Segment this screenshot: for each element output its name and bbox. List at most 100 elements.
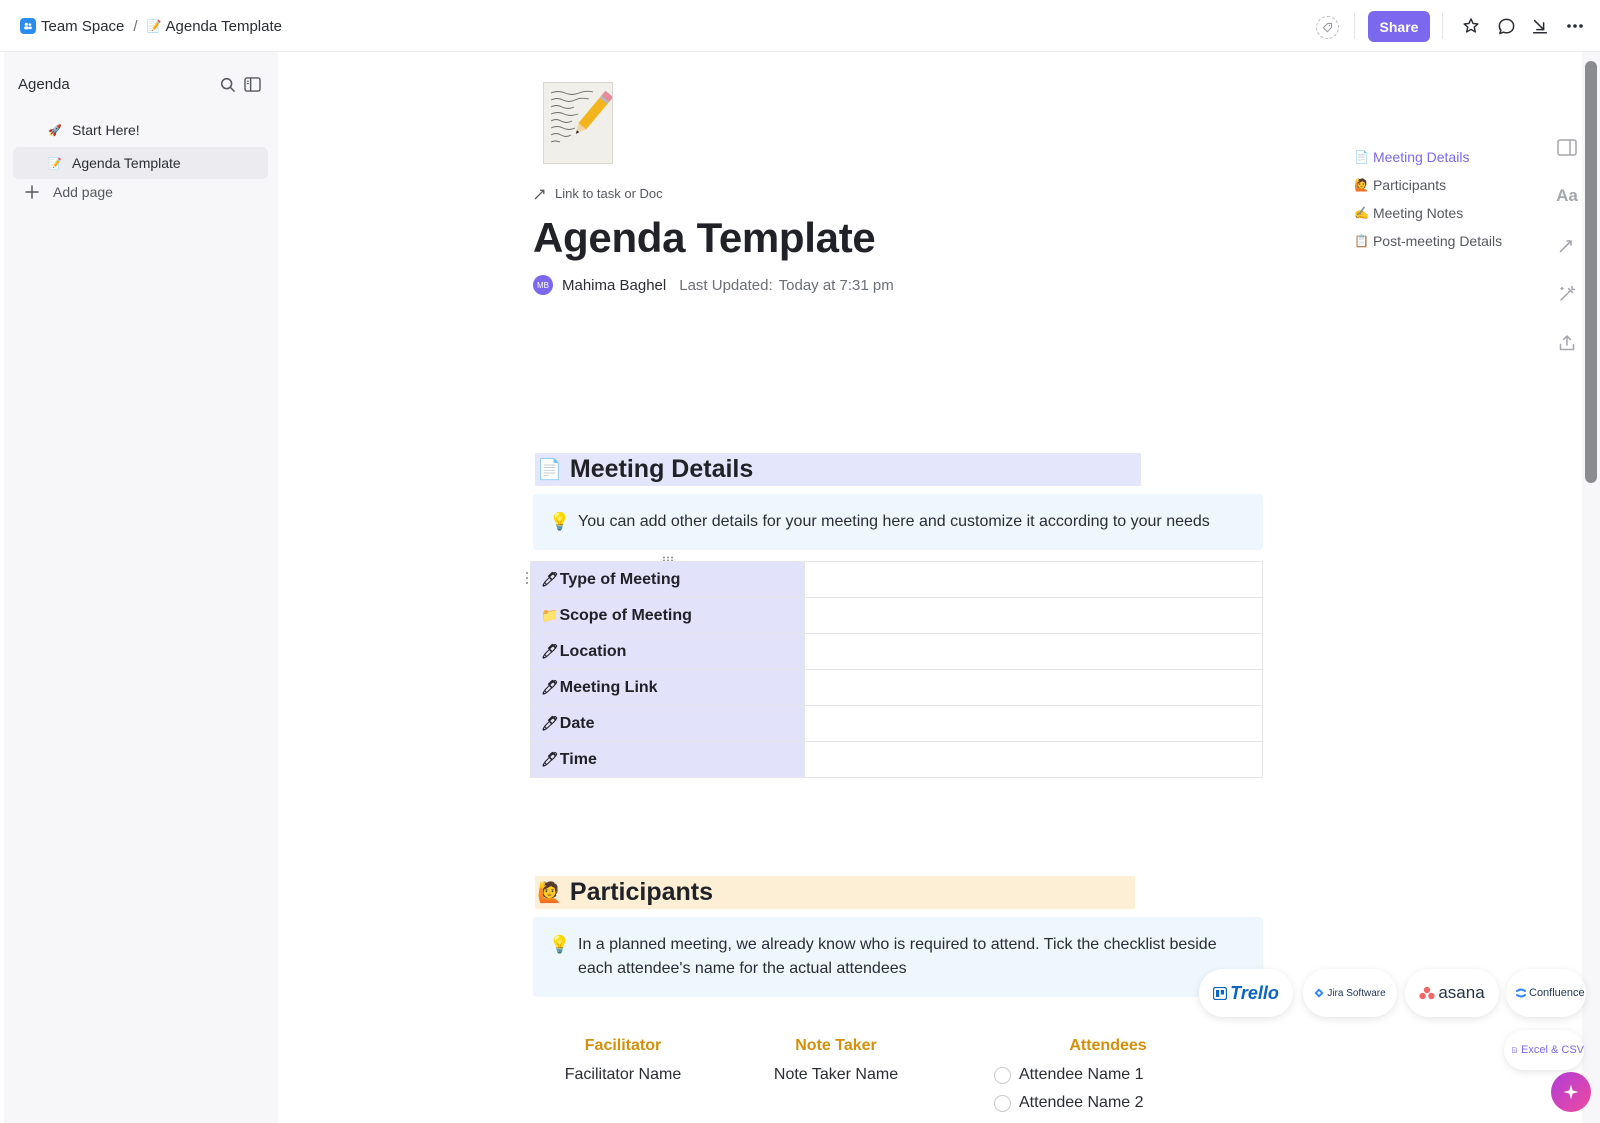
toc-item-label: Meeting Notes — [1372, 205, 1464, 221]
search-icon[interactable] — [219, 76, 237, 94]
attendee-checkbox[interactable] — [994, 1066, 1011, 1084]
team-space-icon[interactable] — [20, 18, 36, 34]
add-page-button[interactable]: Add page — [25, 184, 113, 200]
share-button[interactable]: Share — [1368, 11, 1430, 42]
table-key-cell[interactable]: 📁Scope of Meeting — [530, 597, 805, 634]
last-updated-value: Today at 7:31 pm — [778, 276, 894, 294]
confluence-integration-pill[interactable]: Confluence — [1506, 969, 1586, 1017]
table-value-cell[interactable] — [804, 597, 1263, 634]
table-value-cell[interactable] — [804, 633, 1263, 670]
participants-callout[interactable]: 💡 In a planned meeting, we already know … — [533, 917, 1263, 997]
raising-hand-icon: 🙋 — [537, 882, 562, 904]
asana-label: asana — [1438, 983, 1485, 1002]
jira-logo-icon — [1314, 988, 1324, 998]
table-key-label: Scope of Meeting — [559, 606, 692, 624]
jira-integration-pill[interactable]: Jira Software — [1303, 969, 1397, 1017]
table-key-label: Location — [559, 642, 627, 660]
facilitator-name[interactable]: Facilitator Name — [543, 1066, 703, 1084]
page-facing-up-icon: 📄 — [537, 459, 562, 481]
note-taker-column-head: Note Taker — [795, 1037, 877, 1054]
table-key-cell[interactable]: 🖊Location — [530, 633, 805, 670]
add-page-label: Add page — [53, 184, 113, 200]
toolbar-divider — [1354, 13, 1355, 39]
table-key-label: Meeting Link — [559, 678, 658, 696]
scrollbar-thumb[interactable] — [1585, 61, 1597, 483]
toc-item-meeting-notes[interactable]: ✍️ Meeting Notes — [1354, 205, 1463, 221]
breadcrumb-space[interactable]: Team Space — [41, 18, 124, 35]
table-value-cell[interactable] — [804, 741, 1263, 778]
toc-item-post-meeting-details[interactable]: 📋 Post-meeting Details — [1354, 233, 1502, 249]
trello-label: Trello — [1230, 982, 1279, 1003]
doc-cover-icon[interactable] — [543, 82, 614, 164]
table-row: 📁Scope of Meeting — [530, 597, 1263, 634]
meeting-details-table: 🖊Type of Meeting 📁Scope of Meeting 🖊Loca… — [530, 561, 1263, 778]
star-icon[interactable] — [1460, 15, 1482, 37]
link-icon[interactable] — [1555, 233, 1579, 257]
panel-toggle-icon[interactable] — [1555, 135, 1579, 159]
trello-integration-pill[interactable]: Trello — [1199, 969, 1293, 1017]
more-icon[interactable] — [1564, 15, 1586, 37]
table-key-label: Date — [559, 714, 595, 732]
page-title[interactable]: Agenda Template — [533, 214, 876, 262]
upload-icon[interactable] — [1555, 331, 1579, 355]
tag-icon[interactable] — [1316, 16, 1339, 39]
attendee-checkbox[interactable] — [994, 1094, 1011, 1112]
table-row: 🖊Date — [530, 705, 1263, 742]
typography-icon[interactable]: Aa — [1555, 184, 1579, 208]
link-task-label: Link to task or Doc — [555, 186, 663, 201]
table-row: 🖊Type of Meeting — [530, 561, 1263, 598]
sidebar-item-agenda-template[interactable]: 📝 Agenda Template — [13, 147, 268, 179]
participants-heading[interactable]: 🙋 Participants — [535, 876, 713, 909]
table-key-cell[interactable]: 🖊Type of Meeting — [530, 561, 805, 598]
breadcrumb-doc[interactable]: Agenda Template — [166, 18, 282, 35]
table-row: 🖊Meeting Link — [530, 669, 1263, 706]
sidebar-toggle-icon[interactable] — [244, 77, 262, 93]
sidebar-item-start-here[interactable]: 🚀 Start Here! — [13, 114, 268, 146]
ai-assistant-button[interactable] — [1551, 1072, 1591, 1112]
table-row: 🖊Time — [530, 741, 1263, 778]
plus-icon — [25, 185, 39, 199]
note-taker-name[interactable]: Note Taker Name — [756, 1066, 916, 1084]
pen-icon: 🖊 — [541, 714, 559, 731]
table-value-cell[interactable] — [804, 669, 1263, 706]
asana-integration-pill[interactable]: asana — [1405, 969, 1499, 1017]
link-icon — [534, 189, 545, 200]
comment-icon[interactable] — [1495, 15, 1517, 37]
toc-item-participants[interactable]: 🙋 Participants — [1354, 177, 1446, 193]
sidebar — [4, 52, 278, 1123]
pen-icon: 🖊 — [541, 750, 559, 767]
magic-wand-icon[interactable] — [1555, 282, 1579, 306]
sparkle-icon — [1563, 1084, 1579, 1100]
table-key-cell[interactable]: 🖊Time — [530, 741, 805, 778]
table-key-cell[interactable]: 🖊Meeting Link — [530, 669, 805, 706]
jira-label: Jira Software — [1327, 987, 1386, 999]
toc-item-label: Participants — [1372, 177, 1447, 193]
rocket-icon: 🚀 — [48, 124, 62, 137]
author-row: MB Mahima Baghel Last Updated: Today at … — [533, 275, 894, 295]
folder-icon: 📁 — [541, 606, 559, 623]
excel-csv-label: Excel & CSV — [1521, 1044, 1584, 1056]
light-bulb-icon: 💡 — [549, 512, 571, 531]
table-value-cell[interactable] — [804, 561, 1263, 598]
sidebar-title: Agenda — [18, 76, 70, 93]
meeting-details-callout[interactable]: 💡 You can add other details for your mee… — [533, 494, 1263, 550]
link-task-button[interactable]: Link to task or Doc — [533, 186, 663, 201]
table-key-cell[interactable]: 🖊Date — [530, 705, 805, 742]
collapse-arrow-icon[interactable] — [1529, 15, 1551, 37]
attendees-column-head: Attendees — [1069, 1037, 1147, 1054]
facilitator-column-head: Facilitator — [584, 1037, 662, 1054]
light-bulb-icon: 💡 — [549, 935, 571, 954]
meeting-details-heading[interactable]: 📄 Meeting Details — [535, 453, 753, 486]
table-row: 🖊Location — [530, 633, 1263, 670]
excel-csv-import-pill[interactable]: Excel & CSV — [1504, 1030, 1584, 1070]
attendee-checkbox-row[interactable]: Attendee Name 1 — [994, 1066, 1144, 1084]
toc-item-meeting-details[interactable]: 📄 Meeting Details — [1354, 149, 1469, 165]
raising-hand-icon: 🙋 — [1354, 178, 1369, 192]
avatar[interactable]: MB — [533, 275, 553, 295]
attendee-name: Attendee Name 2 — [1019, 1094, 1144, 1111]
confluence-logo-icon — [1516, 988, 1526, 998]
table-value-cell[interactable] — [804, 705, 1263, 742]
pen-icon: 🖊 — [541, 570, 559, 587]
clipboard-icon: 📋 — [1354, 234, 1369, 248]
attendee-checkbox-row[interactable]: Attendee Name 2 — [994, 1094, 1144, 1112]
